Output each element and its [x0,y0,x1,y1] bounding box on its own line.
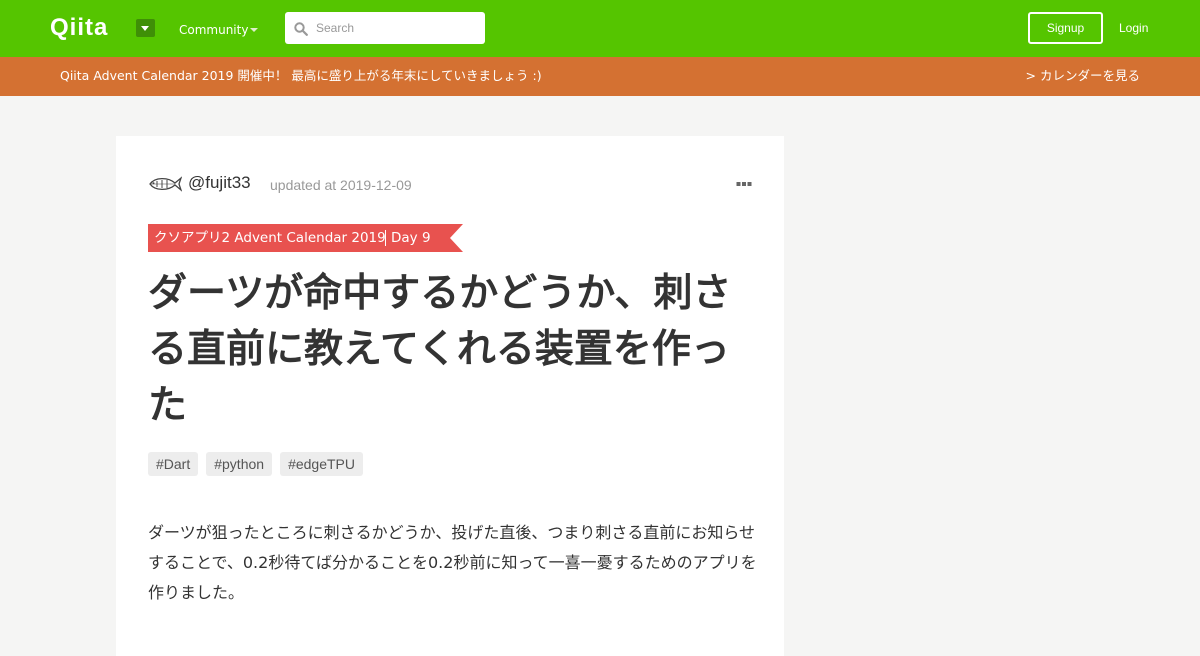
calendar-day: Day 9 [385,230,431,246]
site-header: Qiita Community Signup Login [0,0,1200,57]
community-menu[interactable]: Community [179,22,248,38]
calendar-link[interactable]: > カレンダーを見る [1026,68,1140,84]
tag-dart[interactable]: #Dart [148,452,199,476]
login-link[interactable]: Login [1119,20,1148,36]
more-horizontal-icon[interactable] [736,181,752,187]
tag-python[interactable]: #python [206,452,273,476]
article-title: ダーツが命中するかどうか、刺さる直前に教えてくれる装置を作った [148,271,732,428]
author-name[interactable]: @fujit33 [188,173,251,193]
article-body: ダーツが狙ったところに刺さるかどうか、投げた直後、つまり刺さる直前にお知らせする… [148,523,757,602]
advent-banner: Qiita Advent Calendar 2019 開催中！ 最高に盛り上がる… [0,57,1200,96]
banner-message[interactable]: Qiita Advent Calendar 2019 開催中！ 最高に盛り上がる… [60,68,542,84]
search-box[interactable] [285,12,485,44]
tag-edgetpu[interactable]: #edgeTPU [280,452,363,476]
calendar-name: クソアプリ2 Advent Calendar 2019 [154,230,386,246]
tag-list: #Dart #python #edgeTPU [148,452,363,476]
search-icon [294,22,308,36]
article-card: @fujit33 updated at 2019-12-09 クソアプリ2 Ad… [116,136,784,656]
caret-down-icon[interactable] [250,28,258,32]
signup-button[interactable]: Signup [1028,12,1103,44]
fish-icon[interactable] [148,174,182,194]
advent-calendar-ribbon[interactable]: クソアプリ2 Advent Calendar 2019 Day 9 [148,224,463,252]
chevron-down-icon[interactable] [136,19,155,37]
qiita-logo[interactable]: Qiita [50,14,108,42]
search-input[interactable] [316,12,476,44]
updated-date: updated at 2019-12-09 [270,177,412,193]
